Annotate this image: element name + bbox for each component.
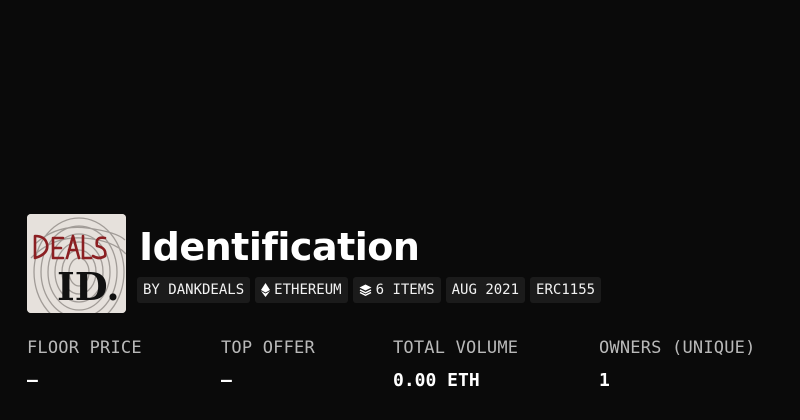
total-volume-label: TOTAL VOLUME <box>393 338 519 358</box>
owners-label: OWNERS (UNIQUE) <box>599 338 756 358</box>
total-volume-value: 0.00 ETH <box>393 370 480 391</box>
creator-tag[interactable]: BY DANKDEALS <box>137 277 251 303</box>
created-date-tag: AUG 2021 <box>445 277 526 303</box>
collection-tags: BY DANKDEALS ETHEREUM 6 ITEMS AUG 2021 E… <box>137 277 602 303</box>
owners-value: 1 <box>599 370 610 391</box>
floor-price-label: FLOOR PRICE <box>27 338 142 358</box>
floor-price-stat: FLOOR PRICE — <box>27 337 142 392</box>
total-volume-stat: TOTAL VOLUME 0.00 ETH <box>393 337 518 392</box>
owners-stat: OWNERS (UNIQUE) 1 <box>599 337 756 392</box>
floor-price-value: — <box>27 370 38 391</box>
svg-text:ID.: ID. <box>57 264 120 309</box>
created-date-label: AUG 2021 <box>451 282 520 298</box>
chain-tag[interactable]: ETHEREUM <box>255 277 348 303</box>
creator-label: BY DANKDEALS <box>143 282 245 298</box>
ethereum-icon <box>261 283 271 297</box>
layers-icon <box>359 284 372 296</box>
collection-avatar: ID. <box>27 214 126 313</box>
chain-label: ETHEREUM <box>274 282 342 298</box>
top-offer-label: TOP OFFER <box>221 338 315 358</box>
top-offer-value: — <box>221 370 232 391</box>
token-standard-label: ERC1155 <box>536 282 596 298</box>
collection-title: Identification <box>139 225 420 269</box>
token-standard-tag: ERC1155 <box>530 277 602 303</box>
items-count-label: 6 ITEMS <box>375 282 435 298</box>
top-offer-stat: TOP OFFER — <box>221 337 315 392</box>
dank-deals-id-logo: ID. <box>27 214 126 313</box>
items-count-tag[interactable]: 6 ITEMS <box>352 277 441 303</box>
